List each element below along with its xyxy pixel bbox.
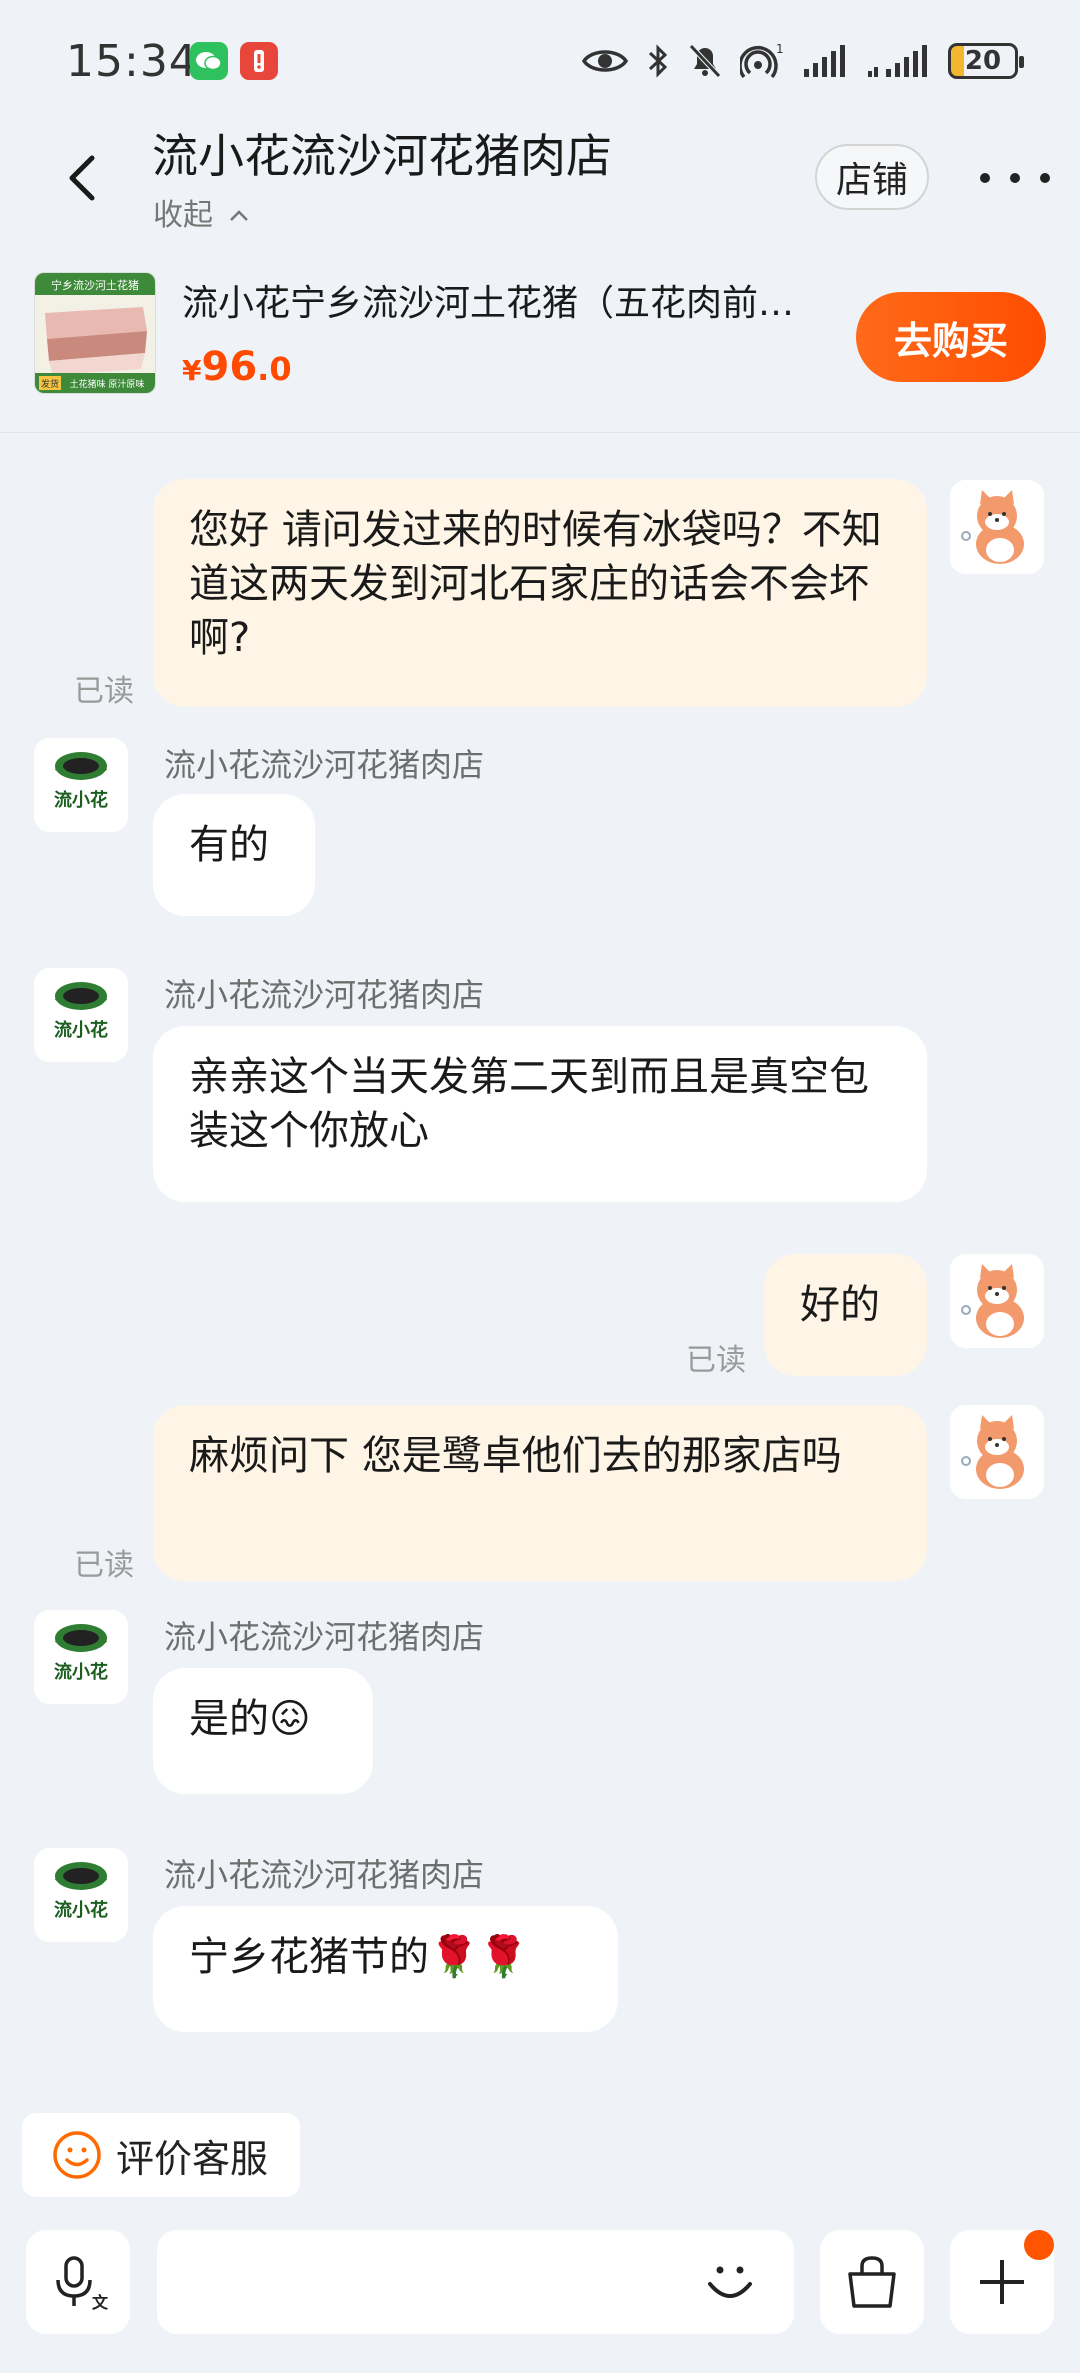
price-decimal: .0 bbox=[257, 350, 292, 388]
order-button[interactable] bbox=[820, 2230, 924, 2334]
message-bubble-incoming[interactable]: 有的 bbox=[153, 794, 315, 916]
sender-name: 流小花流沙河花猪肉店 bbox=[164, 746, 485, 784]
emoji-icon[interactable] bbox=[702, 2254, 758, 2310]
thumb-banner: 宁乡流沙河土花猪 bbox=[51, 278, 139, 292]
eye-icon bbox=[582, 50, 628, 72]
more-dot bbox=[1010, 173, 1020, 183]
more-dot bbox=[1040, 173, 1050, 183]
read-receipt: 已读 bbox=[686, 1343, 746, 1378]
product-price: ¥96.0 bbox=[182, 344, 292, 390]
message-bubble-incoming[interactable]: 是的😖 bbox=[153, 1668, 373, 1794]
shop-avatar[interactable]: 流小花 bbox=[34, 1610, 128, 1704]
svg-text:1: 1 bbox=[776, 43, 784, 56]
message-bubble-incoming[interactable]: 亲亲这个当天发第二天到而且是真空包装这个你放心 bbox=[153, 1026, 927, 1202]
emoji: 🌹🌹 bbox=[429, 1934, 529, 1980]
rate-service-button[interactable]: 评价客服 bbox=[22, 2113, 300, 2197]
shop-logo-text: 流小花 bbox=[54, 1661, 108, 1683]
message-bubble-outgoing[interactable]: 麻烦问下 您是鹭卓他们去的那家店吗 bbox=[153, 1405, 927, 1581]
wechat-icon bbox=[190, 42, 228, 80]
svg-text:文: 文 bbox=[92, 2293, 108, 2312]
chat-header: 流小花流沙河花猪肉店 收起 店铺 bbox=[0, 110, 1080, 250]
status-icons: 1 20 bbox=[582, 38, 1024, 84]
buy-button[interactable]: 去购买 bbox=[856, 292, 1046, 382]
chevron-left-icon bbox=[69, 155, 95, 201]
shop-logo-text: 流小花 bbox=[54, 789, 108, 811]
my-avatar[interactable] bbox=[950, 480, 1044, 574]
product-name: 流小花宁乡流沙河土花猪（五花肉前… bbox=[182, 283, 795, 324]
notification-dot bbox=[1024, 2230, 1054, 2260]
my-avatar[interactable] bbox=[950, 1405, 1044, 1499]
more-dot bbox=[980, 173, 990, 183]
chevron-up-icon bbox=[229, 210, 248, 221]
microphone-icon: 文 bbox=[56, 2256, 108, 2312]
message-text: 是的 bbox=[189, 1696, 269, 1742]
product-card[interactable]: 宁乡流沙河土花猪 发货 土花猪味 原汁原味 流小花宁乡流沙河土花猪（五花肉前… … bbox=[0, 250, 1080, 433]
bluetooth-icon bbox=[648, 44, 668, 78]
message-bubble-incoming[interactable]: 宁乡花猪节的🌹🌹 bbox=[153, 1906, 618, 2032]
shop-avatar[interactable]: 流小花 bbox=[34, 738, 128, 832]
shop-button[interactable]: 店铺 bbox=[815, 144, 929, 210]
emoji: 😖 bbox=[269, 1696, 311, 1742]
shop-avatar[interactable]: 流小花 bbox=[34, 968, 128, 1062]
price-symbol: ¥ bbox=[182, 354, 202, 387]
message-text: 宁乡花猪节的 bbox=[189, 1934, 429, 1980]
product-thumbnail[interactable]: 宁乡流沙河土花猪 发货 土花猪味 原汁原味 bbox=[34, 272, 156, 394]
plus-icon bbox=[980, 2260, 1024, 2304]
message-input[interactable] bbox=[157, 2230, 794, 2334]
read-receipt: 已读 bbox=[74, 1548, 134, 1583]
sender-name: 流小花流沙河花猪肉店 bbox=[164, 1856, 485, 1894]
voice-input-button[interactable]: 文 bbox=[26, 2230, 130, 2334]
status-time: 15:34 bbox=[66, 36, 198, 87]
shop-avatar[interactable]: 流小花 bbox=[34, 1848, 128, 1942]
signal-1-icon bbox=[804, 45, 845, 77]
battery-indicator: 20 bbox=[948, 43, 1024, 79]
more-options-button[interactable] bbox=[980, 160, 1050, 196]
smile-icon bbox=[53, 2131, 101, 2179]
thumb-tag: 发货 bbox=[41, 378, 59, 390]
read-receipt: 已读 bbox=[74, 674, 134, 709]
input-bar: 文 bbox=[0, 2218, 1080, 2373]
status-bar: 15:34 1 20 bbox=[0, 0, 1080, 120]
back-button[interactable] bbox=[54, 148, 114, 208]
page-title: 流小花流沙河花猪肉店 bbox=[152, 129, 612, 183]
thumb-caption: 土花猪味 原汁原味 bbox=[70, 378, 145, 390]
collapse-label: 收起 bbox=[153, 198, 213, 233]
shop-logo-text: 流小花 bbox=[54, 1019, 108, 1041]
alert-app-icon bbox=[240, 42, 278, 80]
mute-bell-icon bbox=[689, 44, 721, 78]
price-integer: 96 bbox=[201, 344, 258, 390]
rate-service-label: 评价客服 bbox=[116, 2136, 269, 2181]
message-bubble-outgoing[interactable]: 您好 请问发过来的时候有冰袋吗？不知道这两天发到河北石家庄的话会不会坏啊? bbox=[153, 479, 927, 707]
sender-name: 流小花流沙河花猪肉店 bbox=[164, 1618, 485, 1656]
shopping-bag-icon bbox=[848, 2256, 896, 2308]
signal-2-icon bbox=[868, 45, 927, 77]
hotspot-icon: 1 bbox=[740, 43, 784, 79]
sender-name: 流小花流沙河花猪肉店 bbox=[164, 976, 485, 1014]
battery-level: 20 bbox=[964, 46, 1002, 76]
shop-logo-text: 流小花 bbox=[54, 1899, 108, 1921]
message-bubble-outgoing[interactable]: 好的 bbox=[764, 1254, 927, 1376]
my-avatar[interactable] bbox=[950, 1254, 1044, 1348]
collapse-toggle[interactable]: 收起 bbox=[153, 190, 251, 234]
